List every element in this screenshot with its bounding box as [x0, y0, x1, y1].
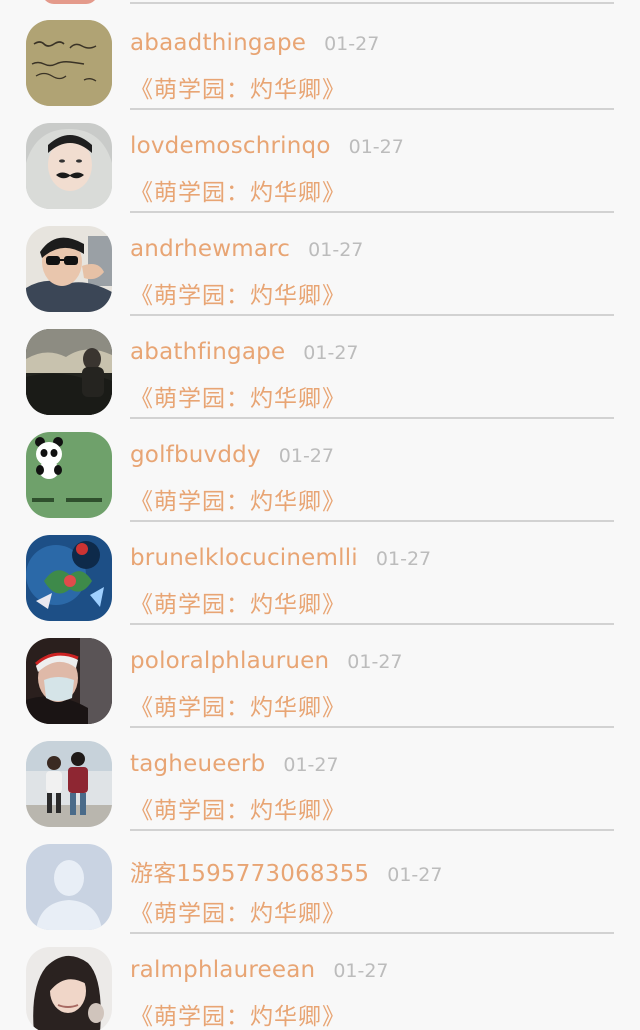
couple-photo-avatar[interactable]	[26, 741, 112, 827]
list-item[interactable]: 游客1595773068355 01-27 《萌学园：灼华卿》	[0, 844, 640, 947]
timestamp: 01-27	[278, 445, 334, 467]
username[interactable]: andrhewmarc	[130, 236, 290, 262]
divider	[130, 829, 614, 831]
previous-item-edge	[0, 0, 640, 6]
comment-text: 《萌学园：灼华卿》	[130, 386, 346, 412]
comment-text: 《萌学园：灼华卿》	[130, 77, 346, 103]
timestamp: 01-27	[324, 33, 380, 55]
divider	[130, 314, 614, 316]
divider	[130, 417, 614, 419]
divider	[130, 932, 614, 934]
divider	[130, 623, 614, 625]
avatar-image	[26, 123, 112, 209]
name-row: golfbuvddy 01-27	[130, 442, 334, 476]
divider	[130, 520, 614, 522]
timestamp: 01-27	[387, 864, 443, 886]
avatar-image	[26, 638, 112, 724]
username[interactable]: golfbuvddy	[130, 442, 261, 468]
avatar-image	[26, 741, 112, 827]
list-item[interactable]: andrhewmarc 01-27 《萌学园：灼华卿》	[0, 226, 640, 329]
divider	[130, 211, 614, 213]
avatar-image	[26, 535, 112, 621]
name-row: ralmphlaureean 01-27	[130, 957, 389, 991]
avatar-image	[26, 226, 112, 312]
username[interactable]: abaadthingape	[130, 30, 306, 56]
list-item[interactable]: golfbuvddy 01-27 《萌学园：灼华卿》	[0, 432, 640, 535]
comment-text: 《萌学园：灼华卿》	[130, 592, 346, 618]
avatar-image	[26, 844, 112, 930]
timestamp: 01-27	[333, 960, 389, 982]
list-item[interactable]: brunelklocucinemlli 01-27 《萌学园：灼华卿》	[0, 535, 640, 638]
timestamp: 01-27	[303, 342, 359, 364]
avatar-image	[26, 20, 112, 106]
timestamp: 01-27	[348, 136, 404, 158]
timestamp: 01-27	[283, 754, 339, 776]
list-item[interactable]: ralmphlaureean 01-27 《萌学园：灼华卿》	[0, 947, 640, 1030]
divider	[130, 108, 614, 110]
username[interactable]: brunelklocucinemlli	[130, 545, 358, 571]
name-row: 游客1595773068355 01-27	[130, 854, 442, 888]
dusk-landscape-avatar[interactable]	[26, 329, 112, 415]
divider	[130, 726, 614, 728]
name-row: abathfingape 01-27	[130, 339, 359, 373]
name-row: andrhewmarc 01-27	[130, 236, 363, 270]
comment-text: 《萌学园：灼华卿》	[130, 901, 346, 927]
comment-text: 《萌学园：灼华卿》	[130, 180, 346, 206]
masked-man-avatar[interactable]	[26, 638, 112, 724]
name-row: poloralphlauruen 01-27	[130, 648, 403, 682]
mustache-hoodie-avatar[interactable]	[26, 123, 112, 209]
handwriting-note-avatar[interactable]	[26, 20, 112, 106]
girl-portrait-avatar[interactable]	[26, 947, 112, 1030]
name-row: tagheueerb 01-27	[130, 751, 339, 785]
username[interactable]: tagheueerb	[130, 751, 265, 777]
sunglasses-man-avatar[interactable]	[26, 226, 112, 312]
username[interactable]: lovdemoschrinqo	[130, 133, 331, 159]
username[interactable]: 游客1595773068355	[130, 854, 369, 888]
divider	[130, 2, 614, 4]
list-item[interactable]: abathfingape 01-27 《萌学园：灼华卿》	[0, 329, 640, 432]
list-item[interactable]: abaadthingape 01-27 《萌学园：灼华卿》	[0, 20, 640, 123]
comment-text: 《萌学园：灼华卿》	[130, 489, 346, 515]
timestamp: 01-27	[308, 239, 364, 261]
comment-text: 《萌学园：灼华卿》	[130, 798, 346, 824]
default-user-avatar[interactable]	[26, 844, 112, 930]
username[interactable]: ralmphlaureean	[130, 957, 315, 983]
list-item[interactable]: tagheueerb 01-27 《萌学园：灼华卿》	[0, 741, 640, 844]
username[interactable]: poloralphlauruen	[130, 648, 329, 674]
list-item[interactable]: lovdemoschrinqo 01-27 《萌学园：灼华卿》	[0, 123, 640, 226]
comment-text: 《萌学园：灼华卿》	[130, 283, 346, 309]
timestamp: 01-27	[347, 651, 403, 673]
avatar-image	[26, 329, 112, 415]
game-character-avatar[interactable]	[26, 535, 112, 621]
name-row: brunelklocucinemlli 01-27	[130, 545, 431, 579]
comment-text: 《萌学园：灼华卿》	[130, 1004, 346, 1030]
name-row: lovdemoschrinqo 01-27	[130, 133, 404, 167]
name-row: abaadthingape 01-27	[130, 30, 379, 64]
comment-feed-page: abaadthingape 01-27 《萌学园：灼华卿》 lovdemosch…	[0, 0, 640, 1030]
panda-cartoon-avatar[interactable]	[26, 432, 112, 518]
avatar-image	[26, 432, 112, 518]
timestamp: 01-27	[375, 548, 432, 570]
previous-avatar-edge	[42, 0, 98, 4]
comment-text: 《萌学园：灼华卿》	[130, 695, 346, 721]
list-item[interactable]: poloralphlauruen 01-27 《萌学园：灼华卿》	[0, 638, 640, 741]
username[interactable]: abathfingape	[130, 339, 285, 365]
avatar-image	[26, 947, 112, 1030]
